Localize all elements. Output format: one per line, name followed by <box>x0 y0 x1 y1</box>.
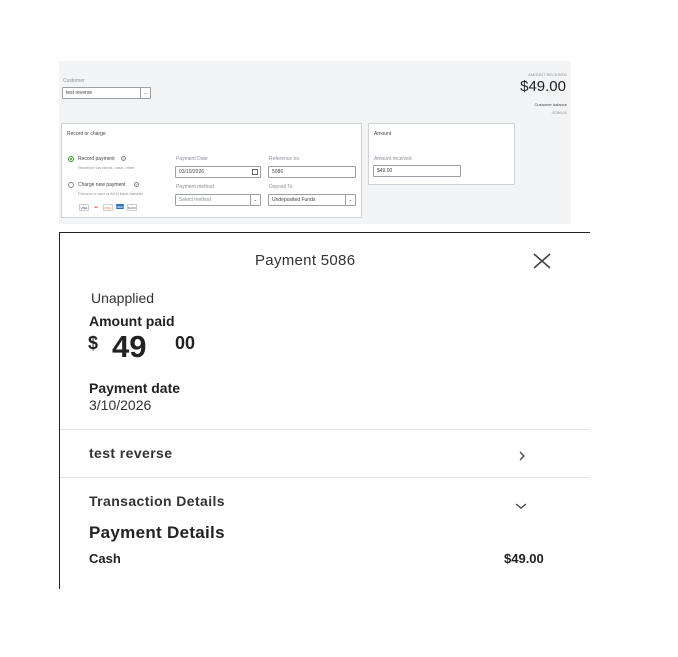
amount-received-value: $49.00 <box>377 168 393 174</box>
mastercard-icon: ●● <box>92 204 100 209</box>
chevron-down-icon: ⌄ <box>345 195 355 205</box>
transaction-details-toggle[interactable]: Transaction Details <box>60 478 590 512</box>
charge-payment-sub: Process a card or ACH bank transfer <box>78 191 144 196</box>
help-icon[interactable]: ? <box>121 156 126 161</box>
payment-method-placeholder: Select method <box>179 197 211 203</box>
payment-date-value: 3/10/2026 <box>89 397 152 413</box>
customer-select-value: test reverse <box>66 90 93 96</box>
transaction-details-label: Transaction Details <box>89 493 225 509</box>
amount-received-label: Amount received <box>374 156 412 162</box>
discover-icon: DISC <box>103 204 113 211</box>
amount-card: Amount Amount received $49.00 <box>368 123 515 185</box>
record-payment-radio[interactable] <box>68 156 74 162</box>
chevron-down-icon: ⌄ <box>140 88 150 98</box>
customer-balance-value: -$786.00 <box>551 110 567 115</box>
currency-symbol: $ <box>88 333 99 353</box>
deposit-to-label: Deposit To <box>269 184 293 190</box>
receive-payment-form: Customer test reverse ⌄ AMOUNT RECEIVED … <box>59 61 571 224</box>
reference-no-label: Reference no. <box>269 156 301 162</box>
payment-date-value: 03/10/2026 <box>179 169 205 175</box>
customer-balance-label: Customer balance <box>534 102 567 107</box>
chevron-down-icon <box>514 498 528 509</box>
amex-icon: AMEX <box>115 204 125 209</box>
customer-name: test reverse <box>89 445 173 461</box>
chevron-down-icon: ⌄ <box>250 195 260 205</box>
customer-label: Customer <box>63 78 85 84</box>
deposit-to-select[interactable]: Undeposited Funds ⌄ <box>268 194 356 206</box>
reference-no-value: 5086 <box>272 169 284 175</box>
payment-details-heading: Payment Details <box>89 523 225 542</box>
payment-date-input[interactable]: 03/10/2026 <box>175 166 261 178</box>
record-payment-label: Record payment <box>78 156 115 162</box>
amount-cents: 00 <box>175 333 196 353</box>
record-payment-sub: Received via check, cash, other <box>78 165 135 170</box>
amount-paid-label: Amount paid <box>89 313 175 329</box>
payment-date-label: Payment date <box>89 380 181 396</box>
charge-payment-label: Charge new payment <box>78 182 126 188</box>
charge-payment-radio[interactable] <box>68 182 74 188</box>
calendar-icon[interactable] <box>252 169 258 175</box>
amount-whole: 49 <box>112 329 147 364</box>
bank-icon: BANK <box>127 204 137 211</box>
amount-received-header-value: $49.00 <box>520 78 566 95</box>
chevron-right-icon <box>517 449 527 461</box>
payment-method-amount: $49.00 <box>504 551 544 566</box>
payment-status: Unapplied <box>91 290 155 306</box>
amount-received-header-label: AMOUNT RECEIVED <box>528 72 567 77</box>
card-logos: VISA ●● DISC AMEX BANK <box>79 204 137 211</box>
visa-icon: VISA <box>79 204 89 211</box>
payment-method-select[interactable]: Select method ⌄ <box>175 194 261 206</box>
customer-select[interactable]: test reverse ⌄ <box>62 87 151 99</box>
customer-row[interactable]: test reverse <box>60 430 590 476</box>
amount-card-title: Amount <box>374 131 392 137</box>
record-or-charge-title: Record or charge <box>67 131 106 137</box>
deposit-to-value: Undeposited Funds <box>272 197 316 203</box>
payment-date-label: Payment Date <box>176 156 208 162</box>
close-icon[interactable] <box>531 250 553 272</box>
payment-method-label: Payment method <box>176 184 214 190</box>
payment-title: Payment 5086 <box>255 252 356 269</box>
reference-no-input[interactable]: 5086 <box>268 166 356 178</box>
amount-received-input[interactable]: $49.00 <box>373 165 461 177</box>
payment-method-name: Cash <box>89 551 121 566</box>
help-icon[interactable]: ? <box>134 182 139 187</box>
record-or-charge-card: Record or charge Record payment ? Receiv… <box>61 123 362 218</box>
payment-detail-panel: Payment 5086 Unapplied Amount paid $ 49 … <box>59 232 590 589</box>
